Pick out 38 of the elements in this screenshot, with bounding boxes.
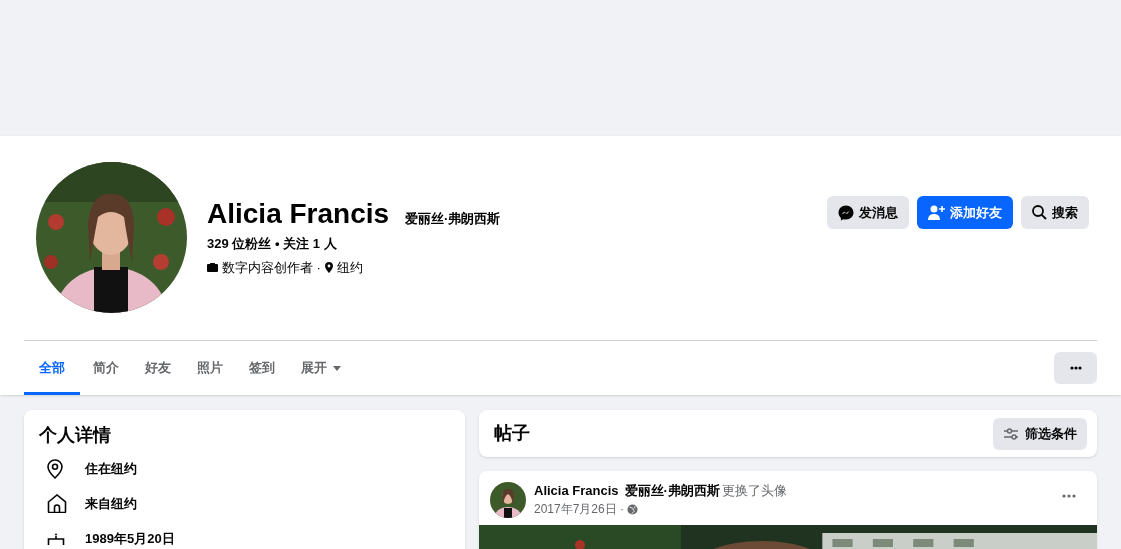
alternate-name: 爱丽丝·弗朗西斯 <box>405 210 501 228</box>
location-pin-icon <box>47 458 63 479</box>
more-options-button[interactable] <box>1054 352 1097 384</box>
post-date[interactable]: 2017年7月26日 · <box>534 500 625 518</box>
add-friend-button[interactable]: 添加好友 <box>917 196 1013 229</box>
add-person-icon <box>928 205 945 220</box>
message-button[interactable]: 发消息 <box>827 196 909 229</box>
filter-icon <box>1003 427 1019 440</box>
intro-detail: 住在纽约 <box>85 459 137 478</box>
profile-tab[interactable]: 签到 <box>236 341 288 395</box>
profile-name: Alicia Francis <box>207 197 390 231</box>
post-action: 更换了头像 <box>721 482 787 500</box>
briefcase-icon <box>207 262 218 272</box>
location-pin-icon <box>324 261 333 273</box>
search-icon <box>1032 205 1047 220</box>
filter-button[interactable]: 筛选条件 <box>993 417 1087 450</box>
profile-tab[interactable]: 好友 <box>132 341 184 395</box>
home-icon <box>47 494 67 513</box>
profile-tab[interactable]: 简介 <box>80 341 132 395</box>
card-title: 个人详情 <box>39 424 112 447</box>
caret-icon <box>333 365 341 371</box>
location-text: 纽约 <box>336 258 363 277</box>
post-author-alt-name: 爱丽丝·弗朗西斯 <box>624 482 720 500</box>
more-icon[interactable] <box>1062 494 1076 498</box>
globe-icon[interactable] <box>627 503 639 515</box>
more-icon <box>1069 366 1082 370</box>
post-author[interactable]: Alicia Francis <box>534 482 619 500</box>
card-title: 帖子 <box>494 422 530 445</box>
profile-tab[interactable]: 全部 <box>24 341 80 395</box>
follower-stats: 329 位粉丝 • 关注 1 人 <box>207 235 338 253</box>
search-button[interactable]: 搜索 <box>1021 196 1089 229</box>
intro-detail: 1989年5月20日 <box>85 529 175 548</box>
cake-icon <box>47 532 65 545</box>
profile-tab[interactable]: 照片 <box>184 341 236 395</box>
category-text: 数字内容创作者 · <box>222 258 321 277</box>
more-tab[interactable]: 展开 <box>288 341 354 395</box>
intro-detail: 来自纽约 <box>85 494 137 513</box>
messenger-icon <box>838 204 854 221</box>
